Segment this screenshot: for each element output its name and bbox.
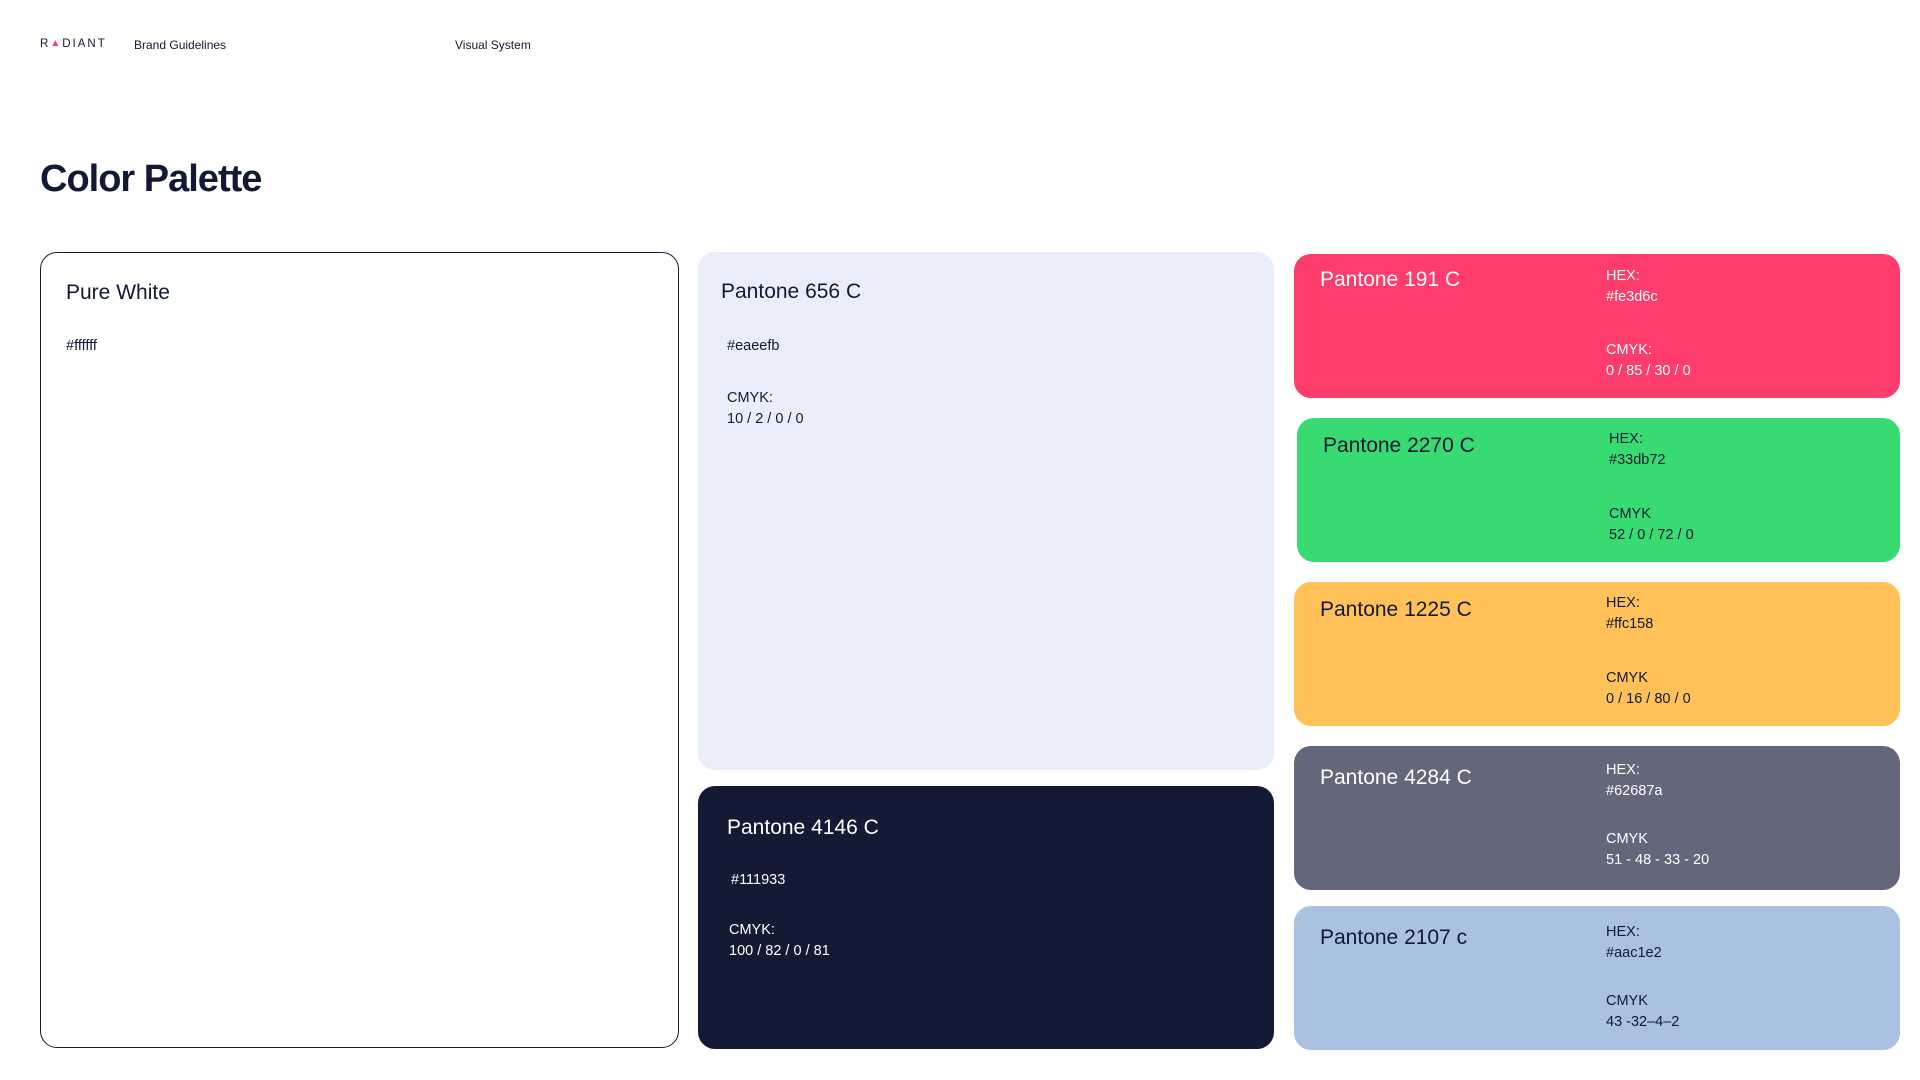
- brand-guidelines-label: Brand Guidelines: [134, 38, 227, 52]
- swatch-name: Pantone 191 C: [1320, 268, 1461, 291]
- swatch-pantone-4284c: Pantone 4284 C HEX: #62687a CMYK 51 - 48…: [1294, 746, 1900, 890]
- hex-label: HEX:: [1606, 268, 1640, 284]
- cmyk-label: CMYK: [1606, 670, 1648, 686]
- swatch-name: Pure White: [66, 281, 170, 304]
- cmyk-label: CMYK:: [729, 922, 775, 938]
- top-bar: R▲DIANT Brand Guidelines Visual System: [40, 38, 1880, 52]
- hex-value: #111933: [731, 872, 786, 888]
- hex-value: #fe3d6c: [1606, 289, 1658, 305]
- hex-value: #ffc158: [1606, 616, 1654, 632]
- swatch-pantone-2107c: Pantone 2107 c HEX: #aac1e2 CMYK 43 -32–…: [1294, 906, 1900, 1050]
- swatch-pantone-656c: Pantone 656 C #eaeefb CMYK: 10 / 2 / 0 /…: [698, 252, 1274, 770]
- hex-value: #62687a: [1606, 783, 1663, 799]
- swatch-pure-white: Pure White #ffffff: [40, 252, 679, 1048]
- swatch-name: Pantone 2107 c: [1320, 926, 1468, 949]
- cmyk-value: 51 - 48 - 33 - 20: [1606, 852, 1710, 868]
- cmyk-label: CMYK:: [1606, 342, 1652, 358]
- logo-letter: R: [40, 38, 51, 50]
- hex-value: #ffffff: [66, 338, 97, 354]
- swatch-name: Pantone 4146 C: [727, 816, 879, 839]
- cmyk-label: CMYK: [1609, 506, 1651, 522]
- hex-label: HEX:: [1606, 924, 1640, 940]
- hex-value: #eaeefb: [727, 338, 780, 354]
- logo-letters: DIANT: [62, 38, 107, 50]
- swatch-name: Pantone 1225 C: [1320, 598, 1472, 621]
- swatch-name: Pantone 4284 C: [1320, 766, 1472, 789]
- cmyk-value: 43 -32–4–2: [1606, 1014, 1680, 1030]
- cmyk-label: CMYK: [1606, 831, 1648, 847]
- cmyk-value: 100 / 82 / 0 / 81: [729, 943, 830, 959]
- hex-value: #aac1e2: [1606, 945, 1662, 961]
- page-title: Color Palette: [40, 158, 262, 200]
- swatch-pantone-1225c: Pantone 1225 C HEX: #ffc158 CMYK 0 / 16 …: [1294, 582, 1900, 726]
- hex-value: #33db72: [1609, 452, 1666, 468]
- swatch-pantone-4146c: Pantone 4146 C #111933 CMYK: 100 / 82 / …: [698, 786, 1274, 1049]
- cmyk-value: 0 / 85 / 30 / 0: [1606, 363, 1691, 379]
- cmyk-value: 52 / 0 / 72 / 0: [1609, 527, 1694, 543]
- visual-system-label: Visual System: [455, 38, 531, 52]
- hex-label: HEX:: [1606, 762, 1640, 778]
- swatch-pantone-191c: Pantone 191 C HEX: #fe3d6c CMYK: 0 / 85 …: [1294, 254, 1900, 398]
- radiant-logo: R▲DIANT: [40, 38, 107, 50]
- swatch-pantone-2270c: Pantone 2270 C HEX: #33db72 CMYK 52 / 0 …: [1297, 418, 1900, 562]
- cmyk-value: 0 / 16 / 80 / 0: [1606, 691, 1691, 707]
- swatch-name: Pantone 656 C: [721, 280, 862, 303]
- cmyk-value: 10 / 2 / 0 / 0: [727, 411, 804, 427]
- hex-label: HEX:: [1606, 595, 1640, 611]
- cmyk-label: CMYK: [1606, 993, 1648, 1009]
- logo-triangle-icon: ▲: [50, 38, 63, 49]
- swatch-name: Pantone 2270 C: [1323, 434, 1475, 457]
- hex-label: HEX:: [1609, 431, 1643, 447]
- cmyk-label: CMYK:: [727, 390, 773, 406]
